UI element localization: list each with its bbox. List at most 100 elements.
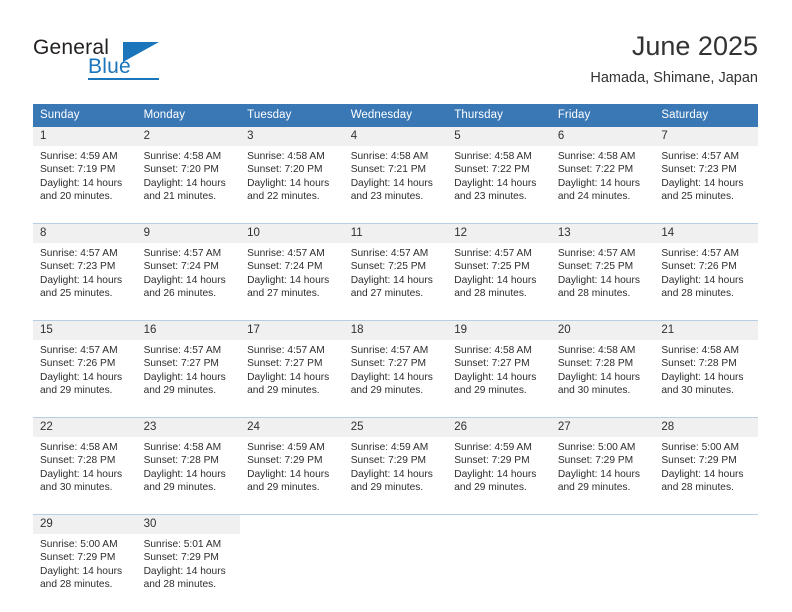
calendar-day-cell[interactable]: 8 Sunrise: 4:57 AM Sunset: 7:23 PM Daylight…	[33, 223, 137, 308]
calendar-day-cell[interactable]: 22 Sunrise: 4:58 AM Sunset: 7:28 PM Dayligh…	[33, 417, 137, 502]
day-details: Sunrise: 5:00 AM Sunset: 7:29 PM Daylight:…	[33, 534, 137, 592]
daylight-text-line1: Daylight: 14 hours	[143, 274, 226, 286]
day-number: 9	[136, 224, 241, 243]
sunrise-text: Sunrise: 4:57 AM	[350, 345, 429, 356]
day-details: Sunrise: 4:57 AM Sunset: 7:27 PM Daylight:…	[240, 340, 344, 398]
calendar-day-cell[interactable]	[654, 514, 758, 599]
day-number: 7	[654, 127, 758, 146]
day-details: Sunrise: 4:57 AM Sunset: 7:23 PM Daylight:…	[33, 243, 137, 301]
calendar-day-cell[interactable]: 11 Sunrise: 4:57 AM Sunset: 7:25 PM Dayligh…	[343, 223, 448, 308]
day-cell-content: 21 Sunrise: 4:58 AM Sunset: 7:28 PM Dayligh…	[654, 321, 758, 405]
weekday-header-friday: Friday	[550, 104, 655, 127]
sunset-text: Sunset: 7:22 PM	[454, 164, 530, 176]
day-details: Sunrise: 4:57 AM Sunset: 7:24 PM Daylight:…	[240, 243, 344, 301]
weekday-header-monday: Monday	[136, 104, 241, 127]
calendar-day-cell[interactable]: 24 Sunrise: 4:59 AM Sunset: 7:29 PM Dayligh…	[240, 417, 344, 502]
calendar-day-cell[interactable]	[550, 514, 655, 599]
sunrise-text: Sunrise: 4:58 AM	[143, 442, 222, 453]
calendar-day-cell[interactable]: 6 Sunrise: 4:58 AM Sunset: 7:22 PM Daylight…	[550, 127, 655, 211]
day-details: Sunrise: 4:58 AM Sunset: 7:22 PM Daylight:…	[551, 146, 655, 204]
calendar-page: General Blue June 2025 Hamada, Shimane, …	[0, 0, 792, 612]
daylight-text-line1: Daylight: 14 hours	[143, 371, 226, 383]
day-details: Sunrise: 4:57 AM Sunset: 7:26 PM Daylight:…	[654, 243, 758, 301]
sunrise-text: Sunrise: 5:00 AM	[40, 539, 118, 550]
daylight-text-line1: Daylight: 14 hours	[350, 177, 433, 189]
day-cell-content: 3 Sunrise: 4:58 AM Sunset: 7:20 PM Daylight…	[240, 127, 344, 211]
calendar-day-cell[interactable]: 16 Sunrise: 4:57 AM Sunset: 7:27 PM Dayligh…	[136, 320, 241, 405]
calendar-day-cell[interactable]: 10 Sunrise: 4:57 AM Sunset: 7:24 PM Dayligh…	[240, 223, 344, 308]
daylight-text-line2: and 28 minutes.	[454, 288, 527, 300]
calendar-day-cell[interactable]: 5 Sunrise: 4:58 AM Sunset: 7:22 PM Daylight…	[447, 127, 551, 211]
daylight-text-line1: Daylight: 14 hours	[557, 177, 640, 189]
daylight-text-line2: and 29 minutes.	[247, 482, 320, 494]
calendar-day-cell[interactable]: 26 Sunrise: 4:59 AM Sunset: 7:29 PM Dayligh…	[447, 417, 551, 502]
day-number: 24	[240, 418, 344, 437]
calendar-day-cell[interactable]: 4 Sunrise: 4:58 AM Sunset: 7:21 PM Daylight…	[343, 127, 448, 211]
calendar-day-cell[interactable]: 2 Sunrise: 4:58 AM Sunset: 7:20 PM Daylight…	[136, 127, 241, 211]
calendar-day-cell[interactable]: 27 Sunrise: 5:00 AM Sunset: 7:29 PM Dayligh…	[550, 417, 655, 502]
page-title: June 2025	[631, 31, 758, 61]
daylight-text-line2: and 21 minutes.	[143, 191, 217, 203]
daylight-text-line2: and 29 minutes.	[557, 482, 631, 494]
day-cell-empty	[240, 515, 344, 599]
day-details: Sunrise: 4:57 AM Sunset: 7:23 PM Daylight:…	[654, 146, 758, 204]
day-cell-content: 6 Sunrise: 4:58 AM Sunset: 7:22 PM Daylight…	[550, 127, 655, 211]
calendar-day-cell[interactable]: 30 Sunrise: 5:01 AM Sunset: 7:29 PM Dayligh…	[136, 514, 241, 599]
day-details: Sunrise: 5:01 AM Sunset: 7:29 PM Daylight:…	[137, 534, 241, 592]
calendar-day-cell[interactable]: 9 Sunrise: 4:57 AM Sunset: 7:24 PM Daylight…	[136, 223, 241, 308]
day-cell-content: 9 Sunrise: 4:57 AM Sunset: 7:24 PM Daylight…	[136, 224, 241, 308]
calendar-day-cell[interactable]	[343, 514, 448, 599]
daylight-text-line1: Daylight: 14 hours	[454, 371, 537, 383]
calendar-day-cell[interactable]	[240, 514, 344, 599]
day-details: Sunrise: 4:57 AM Sunset: 7:25 PM Daylight:…	[344, 243, 448, 301]
daylight-text-line2: and 22 minutes.	[247, 191, 320, 203]
sunrise-text: Sunrise: 5:00 AM	[557, 442, 636, 453]
calendar-day-cell[interactable]: 13 Sunrise: 4:57 AM Sunset: 7:25 PM Dayligh…	[550, 223, 655, 308]
sunrise-text: Sunrise: 4:58 AM	[143, 151, 222, 162]
calendar-day-cell[interactable]: 18 Sunrise: 4:57 AM Sunset: 7:27 PM Dayligh…	[343, 320, 448, 405]
calendar-day-cell[interactable]: 15 Sunrise: 4:57 AM Sunset: 7:26 PM Dayligh…	[33, 320, 137, 405]
daylight-text-line1: Daylight: 14 hours	[143, 565, 226, 577]
calendar-day-cell[interactable]: 1 Sunrise: 4:59 AM Sunset: 7:19 PM Daylight…	[33, 127, 137, 211]
sunrise-text: Sunrise: 4:58 AM	[557, 151, 636, 162]
day-number: 13	[550, 224, 655, 243]
day-details: Sunrise: 4:59 AM Sunset: 7:29 PM Daylight:…	[240, 437, 344, 495]
calendar-day-cell[interactable]: 25 Sunrise: 4:59 AM Sunset: 7:29 PM Dayligh…	[343, 417, 448, 502]
sunrise-text: Sunrise: 4:58 AM	[247, 151, 325, 162]
sunrise-text: Sunrise: 5:01 AM	[143, 539, 222, 550]
calendar-day-cell[interactable]: 21 Sunrise: 4:58 AM Sunset: 7:28 PM Dayligh…	[654, 320, 758, 405]
day-number: 3	[240, 127, 344, 146]
calendar-day-cell[interactable]: 3 Sunrise: 4:58 AM Sunset: 7:20 PM Daylight…	[240, 127, 344, 211]
daylight-text-line2: and 29 minutes.	[247, 385, 320, 397]
weekday-header-thursday: Thursday	[447, 104, 551, 127]
calendar-day-cell[interactable]: 19 Sunrise: 4:58 AM Sunset: 7:27 PM Dayligh…	[447, 320, 551, 405]
page-subtitle: Hamada, Shimane, Japan	[590, 70, 758, 86]
general-blue-logo[interactable]: General Blue	[33, 36, 213, 86]
page-header: General Blue June 2025 Hamada, Shimane, …	[0, 0, 792, 96]
daylight-text-line2: and 29 minutes.	[350, 385, 424, 397]
day-details: Sunrise: 4:57 AM Sunset: 7:27 PM Daylight:…	[137, 340, 241, 398]
calendar-day-cell[interactable]: 14 Sunrise: 4:57 AM Sunset: 7:26 PM Dayligh…	[654, 223, 758, 308]
week-spacer	[33, 502, 758, 515]
daylight-text-line1: Daylight: 14 hours	[247, 371, 330, 383]
calendar-week-row: 15 Sunrise: 4:57 AM Sunset: 7:26 PM Dayligh…	[33, 320, 758, 405]
day-details: Sunrise: 4:57 AM Sunset: 7:26 PM Daylight:…	[33, 340, 137, 398]
calendar-day-cell[interactable]: 20 Sunrise: 4:58 AM Sunset: 7:28 PM Dayligh…	[550, 320, 655, 405]
daylight-text-line1: Daylight: 14 hours	[247, 274, 330, 286]
day-cell-content: 19 Sunrise: 4:58 AM Sunset: 7:27 PM Dayligh…	[447, 321, 551, 405]
calendar-day-cell[interactable]: 12 Sunrise: 4:57 AM Sunset: 7:25 PM Dayligh…	[447, 223, 551, 308]
sunrise-text: Sunrise: 4:59 AM	[350, 442, 429, 453]
sunrise-text: Sunrise: 4:58 AM	[40, 442, 118, 453]
sunset-text: Sunset: 7:29 PM	[557, 455, 634, 467]
calendar-day-cell[interactable]: 28 Sunrise: 5:00 AM Sunset: 7:29 PM Dayligh…	[654, 417, 758, 502]
calendar-day-cell[interactable]: 29 Sunrise: 5:00 AM Sunset: 7:29 PM Dayligh…	[33, 514, 137, 599]
calendar-day-cell[interactable]: 7 Sunrise: 4:57 AM Sunset: 7:23 PM Daylight…	[654, 127, 758, 211]
calendar-day-cell[interactable]: 23 Sunrise: 4:58 AM Sunset: 7:28 PM Dayligh…	[136, 417, 241, 502]
sunset-text: Sunset: 7:29 PM	[661, 455, 737, 467]
daylight-text-line1: Daylight: 14 hours	[661, 468, 744, 480]
calendar-day-cell[interactable]	[447, 514, 551, 599]
calendar-day-cell[interactable]: 17 Sunrise: 4:57 AM Sunset: 7:27 PM Dayligh…	[240, 320, 344, 405]
sunrise-text: Sunrise: 4:57 AM	[40, 345, 118, 356]
week-spacer-row	[33, 308, 758, 321]
weekday-header-sunday: Sunday	[33, 104, 137, 127]
